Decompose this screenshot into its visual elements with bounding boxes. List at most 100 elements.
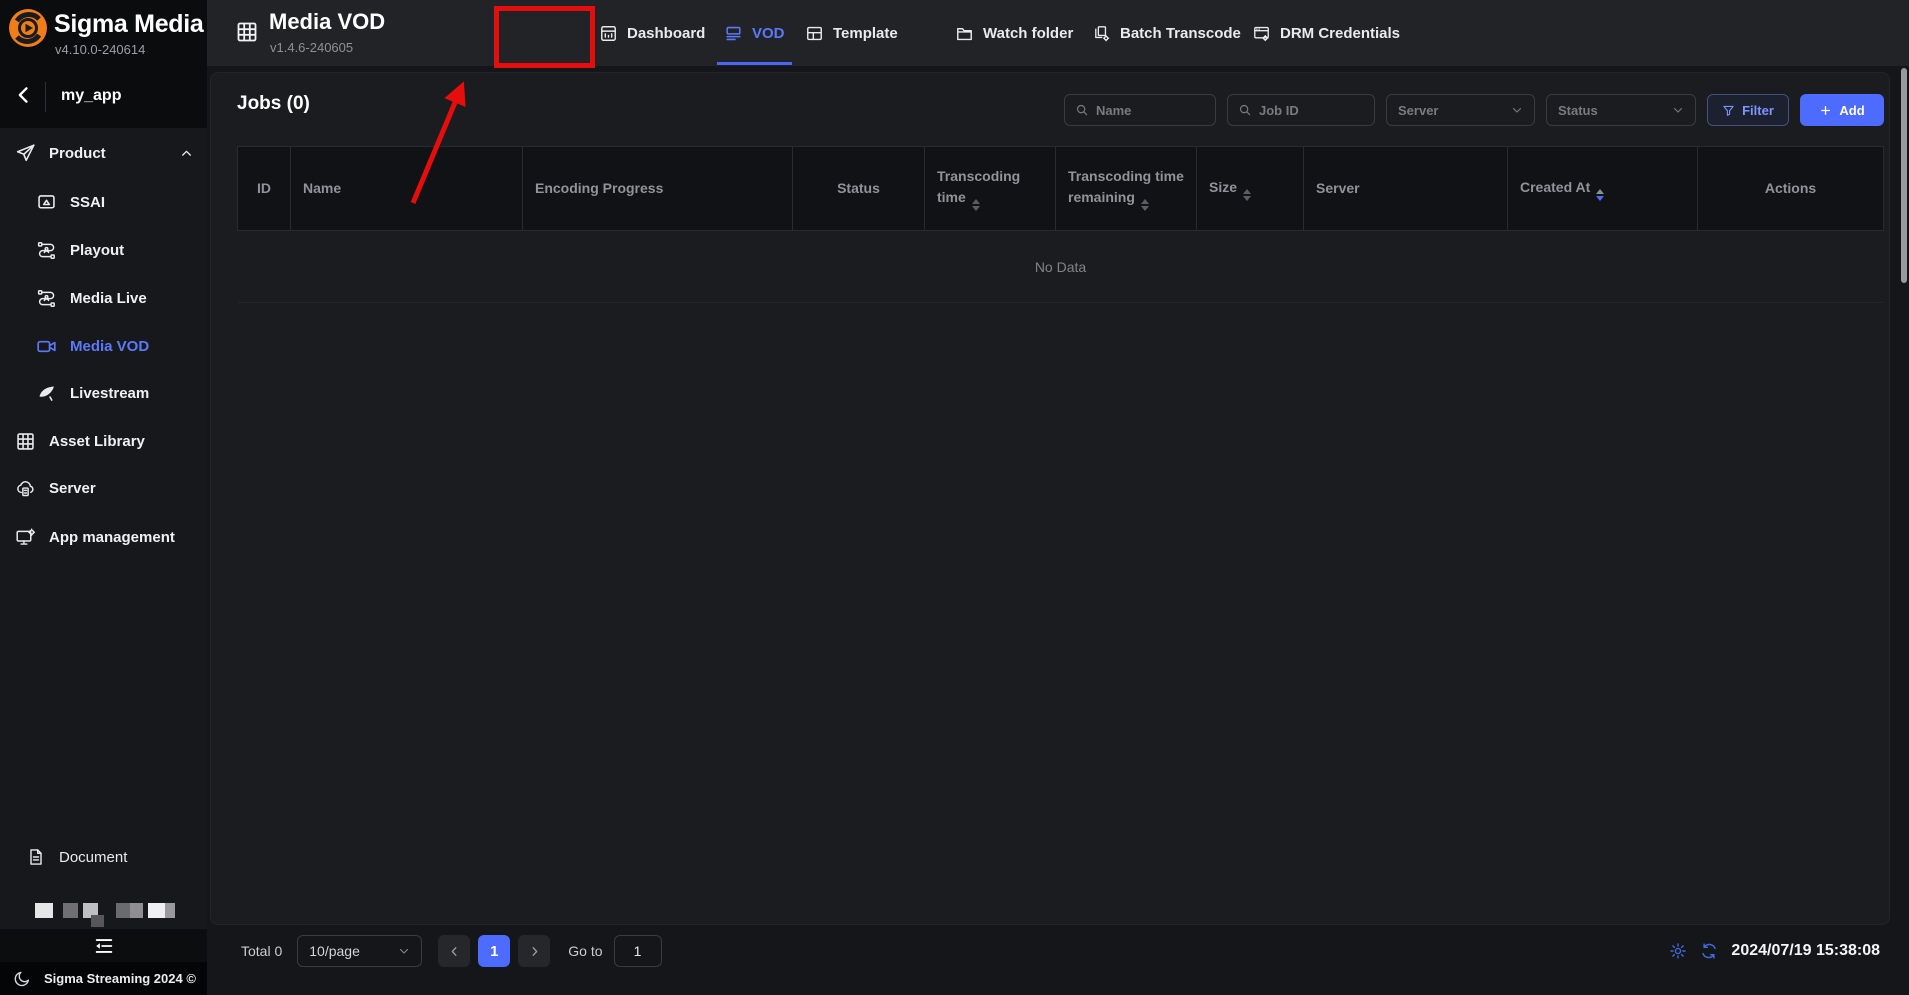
search-icon [1238, 103, 1252, 117]
chevron-up-icon[interactable] [180, 147, 193, 160]
sort-toggle-icon[interactable] [1596, 189, 1604, 201]
tab-drm-credentials[interactable]: DRM Credentials [1252, 0, 1400, 66]
column-header-id: ID [238, 147, 291, 231]
sidebar-item-media-live[interactable]: Media Live [0, 274, 207, 322]
column-header-actions: Actions [1698, 147, 1884, 231]
route-user-icon [36, 240, 57, 261]
page-version: v1.4.6-240605 [270, 40, 353, 55]
copyright-text: Sigma Streaming 2024 © [44, 971, 196, 986]
page-size-select[interactable]: 10/page [297, 935, 422, 967]
column-header-name: Name [291, 147, 523, 231]
previous-page-button[interactable] [438, 935, 470, 967]
collapse-menu-icon [93, 935, 115, 957]
search-icon [1075, 103, 1089, 117]
sidebar-footer: Sigma Streaming 2024 © [0, 962, 207, 995]
tab-batch-transcode[interactable]: Batch Transcode [1092, 0, 1241, 66]
job-id-search-field[interactable] [1227, 94, 1375, 126]
column-header-transcoding-time-remaining[interactable]: Transcoding time remaining [1056, 147, 1197, 231]
vod-list-icon [724, 24, 743, 43]
chevron-down-icon [1511, 104, 1523, 116]
drm-credentials-icon [1252, 24, 1271, 43]
status-bar-right: 2024/07/19 15:38:08 [1669, 921, 1880, 981]
tab-vod[interactable]: VOD [724, 0, 785, 66]
batch-transcode-icon [1092, 24, 1111, 43]
moon-icon[interactable] [13, 970, 31, 988]
sort-toggle-icon[interactable] [972, 199, 980, 211]
sigma-logo-icon [8, 8, 48, 48]
divider [45, 82, 46, 112]
tab-dashboard[interactable]: Dashboard [599, 0, 705, 66]
chevron-left-icon [448, 945, 461, 958]
sidebar-item-ssai[interactable]: SSAI [0, 178, 207, 226]
current-page-button[interactable]: 1 [478, 935, 510, 967]
filter-button[interactable]: Filter [1707, 94, 1789, 126]
sidebar-item-server[interactable]: Server [0, 464, 207, 512]
sidebar-item-livestream[interactable]: Livestream [0, 369, 207, 417]
name-search-field[interactable] [1064, 94, 1216, 126]
film-grid-icon [15, 431, 36, 452]
cloud-server-icon [15, 478, 36, 499]
add-button[interactable]: Add [1800, 94, 1884, 126]
template-layout-icon [805, 24, 824, 43]
folder-icon [955, 24, 974, 43]
sidebar-item-playout[interactable]: Playout [0, 226, 207, 274]
sidebar-item-app-management[interactable]: App management [0, 513, 207, 561]
no-data-text: No Data [238, 231, 1884, 303]
brand-version: v4.10.0-240614 [55, 42, 145, 57]
sidebar-item-media-vod[interactable]: Media VOD [0, 322, 207, 370]
jobs-table: ID Name Encoding Progress Status Transco… [237, 146, 1884, 303]
table-header-row: ID Name Encoding Progress Status Transco… [238, 147, 1884, 231]
column-header-encoding-progress: Encoding Progress [523, 147, 793, 231]
chevron-down-icon [1672, 104, 1684, 116]
server-select[interactable]: Server [1386, 94, 1535, 126]
vertical-scrollbar[interactable] [1901, 68, 1907, 283]
document-icon [26, 847, 46, 867]
refresh-icon[interactable] [1700, 942, 1718, 960]
sidebar: Sigma Media v4.10.0-240614 my_app Produc… [0, 0, 207, 995]
sidebar-header: Sigma Media v4.10.0-240614 my_app [0, 0, 207, 128]
app-name: my_app [61, 87, 121, 105]
goto-page-input[interactable] [614, 935, 662, 967]
sidebar-item-document[interactable]: Document [0, 833, 207, 881]
column-header-server: Server [1304, 147, 1508, 231]
column-header-status: Status [793, 147, 925, 231]
goto-label: Go to [568, 943, 602, 959]
filter-toolbar: Server Status Filter Add [1064, 94, 1884, 126]
current-timestamp: 2024/07/19 15:38:08 [1731, 942, 1880, 960]
sidebar-collapse-button[interactable] [0, 929, 207, 962]
sidebar-item-asset-library[interactable]: Asset Library [0, 417, 207, 465]
back-chevron-icon[interactable] [14, 83, 34, 107]
plus-icon [1819, 104, 1832, 117]
jobs-panel: Jobs (0) Server Status [210, 72, 1890, 925]
pagination-bar: Total 0 10/page 1 Go to 2024/07/19 15:38… [207, 921, 1909, 981]
column-header-created-at[interactable]: Created At [1508, 147, 1698, 231]
job-id-search-input[interactable] [1259, 103, 1364, 118]
name-search-input[interactable] [1096, 103, 1205, 118]
gear-icon[interactable] [1669, 942, 1687, 960]
chevron-down-icon [398, 945, 410, 957]
rocket-icon [15, 143, 36, 164]
topbar: Media VOD v1.4.6-240605 Dashboard VOD Te… [207, 0, 1909, 66]
jobs-heading: Jobs (0) [237, 93, 310, 115]
brand-name: Sigma Media [54, 10, 204, 39]
video-camera-icon [36, 336, 57, 357]
page-title: Media VOD [269, 9, 385, 35]
screen-play-icon [36, 192, 57, 213]
next-page-button[interactable] [518, 935, 550, 967]
funnel-icon [1722, 104, 1735, 117]
film-grid-icon [235, 20, 259, 44]
sidebar-item-product[interactable]: Product [0, 129, 207, 177]
empty-state-row: No Data [238, 231, 1884, 303]
sort-toggle-icon[interactable] [1141, 199, 1149, 211]
tab-template[interactable]: Template [805, 0, 898, 66]
sort-toggle-icon[interactable] [1243, 189, 1251, 201]
column-header-size[interactable]: Size [1197, 147, 1304, 231]
status-select[interactable]: Status [1546, 94, 1696, 126]
tab-watch-folder[interactable]: Watch folder [955, 0, 1073, 66]
route-user-icon [36, 288, 57, 309]
quill-icon [36, 383, 57, 404]
monitor-gear-icon [15, 527, 36, 548]
dashboard-icon [599, 24, 618, 43]
column-header-transcoding-time[interactable]: Transcoding time [925, 147, 1056, 231]
chevron-right-icon [528, 945, 541, 958]
